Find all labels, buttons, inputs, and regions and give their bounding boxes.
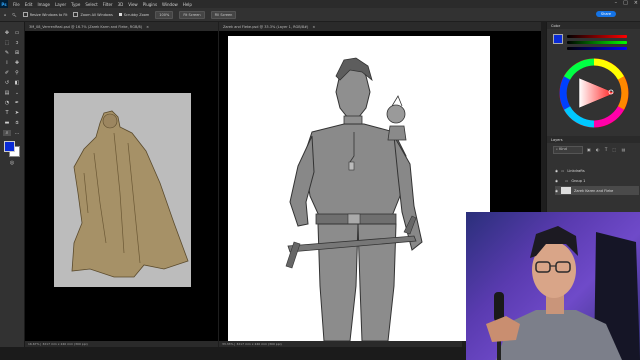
color-panel-title: Color [551, 23, 561, 28]
layer-name: Linkdrafts [567, 168, 585, 173]
webcam-overlay [466, 212, 640, 360]
quick-mask-icon[interactable]: ◎ [8, 160, 16, 166]
scrubby-zoom-label: Scrubby Zoom [123, 12, 150, 17]
menu-item-type[interactable]: Type [71, 2, 80, 7]
layer-name: Zarek Karen and Fleke [574, 188, 614, 193]
tab-close-icon[interactable]: × [312, 25, 315, 29]
quick-select-tool-icon[interactable]: ✎ [3, 50, 11, 56]
fit-screen-button[interactable]: Fit Screen [179, 10, 205, 19]
menu-item-filter[interactable]: Filter [103, 2, 113, 7]
visibility-eye-icon[interactable]: ◉ [555, 179, 561, 183]
photoshop-logo-icon: Ps [0, 0, 8, 8]
color-panel-header[interactable]: Color [547, 22, 640, 29]
layer-row-group-1[interactable]: ◉ ▭ Group 1 [555, 176, 639, 185]
eyedropper-tool-icon[interactable]: ⅰ [3, 60, 11, 66]
menu-item-help[interactable]: Help [183, 2, 192, 7]
menu-item-file[interactable]: File [13, 2, 20, 7]
checkbox-icon[interactable] [22, 12, 28, 17]
tab-title: 3M_08_VerrrenReal.psd @ 16.7% (Zarek Kar… [29, 24, 143, 29]
minimize-icon[interactable]: – [615, 0, 618, 6]
gradient-tool-icon[interactable]: ▤ [3, 90, 11, 96]
checkbox-icon[interactable] [73, 12, 79, 17]
crop-tool-icon[interactable]: ⊞ [13, 50, 21, 56]
menu-item-image[interactable]: Image [37, 2, 50, 7]
eraser-tool-icon[interactable]: ◧ [13, 80, 21, 86]
shape-tool-icon[interactable]: ▬ [3, 120, 11, 126]
zoom-tool-icon[interactable]: 🔍︎ [12, 13, 16, 17]
menu-item-select[interactable]: Select [85, 2, 97, 7]
artboard-tool-icon[interactable]: ▭ [13, 30, 21, 36]
maximize-icon[interactable]: □ [623, 0, 628, 6]
presenter-video [486, 226, 640, 360]
menu-item-window[interactable]: Window [162, 2, 178, 7]
marquee-tool-icon[interactable]: ⬚ [3, 40, 11, 46]
menu-item-3d[interactable]: 3D [118, 2, 124, 7]
sepia-figure-artwork [71, 110, 189, 278]
fill-screen-button[interactable]: Fill Screen [210, 10, 237, 19]
blue-slider[interactable] [567, 47, 627, 50]
window-controls: – □ × [615, 0, 638, 6]
checkbox-icon[interactable] [118, 13, 122, 16]
layers-panel-title: Layers [551, 137, 563, 142]
lineart-character [285, 57, 423, 341]
lasso-tool-icon[interactable]: ↄ [13, 40, 21, 46]
document-tab-1[interactable]: 3M_08_VerrrenReal.psd @ 16.7% (Zarek Kar… [25, 22, 218, 31]
tab-close-icon[interactable]: × [146, 25, 149, 29]
scrubby-zoom-option: Scrubby Zoom [118, 12, 150, 17]
options-bar: ⌂ 🔍︎ Resize Windows to Fit Zoom All Wind… [0, 8, 640, 22]
pen-tool-icon[interactable]: ✒ [13, 100, 21, 106]
zoom-all-windows-option: Zoom All Windows [73, 12, 113, 17]
menu-item-plugins[interactable]: Plugins [143, 2, 157, 7]
type-tool-icon[interactable]: T [3, 110, 11, 116]
menu-item-view[interactable]: View [128, 2, 138, 7]
canvas-lineart[interactable] [228, 36, 490, 341]
resize-windows-option: Resize Windows to Fit [22, 12, 68, 17]
close-icon[interactable]: × [634, 0, 638, 6]
zoom-100-button[interactable]: 100% [155, 10, 174, 19]
color-swatch-mini[interactable] [553, 34, 563, 44]
folder-icon: ▭ [561, 168, 565, 173]
home-icon[interactable]: ⌂ [4, 13, 6, 17]
red-slider[interactable] [567, 35, 627, 38]
document-window-1[interactable] [25, 31, 218, 341]
blur-tool-icon[interactable]: 💧︎ [13, 90, 21, 96]
share-button[interactable]: Share [595, 11, 616, 17]
zoom-tool-icon[interactable]: ⌕ [3, 130, 11, 136]
green-slider[interactable] [567, 41, 627, 44]
brush-tool-icon[interactable]: ✐ [3, 70, 11, 76]
hand-tool-icon[interactable]: ✋︎ [13, 120, 21, 126]
menu-item-edit[interactable]: Edit [25, 2, 33, 7]
path-select-tool-icon[interactable]: ➤ [13, 110, 21, 116]
menu-item-layer[interactable]: Layer [55, 2, 66, 7]
layers-search-filter[interactable]: ⌕ Kind [553, 146, 583, 154]
move-tool-icon[interactable]: ✥ [3, 30, 11, 36]
history-brush-icon[interactable]: ↺ [3, 80, 11, 86]
tools-panel: ✥ ▭ ⬚ ↄ ✎ ⊞ ⅰ ✚ ✐ ⚲ ↺ ◧ ▤ 💧︎ ◔ ✒ T ➤ ▬ ✋… [0, 22, 25, 360]
layers-panel-header[interactable]: Layers [547, 136, 640, 143]
zoom-all-windows-label: Zoom All Windows [80, 12, 113, 17]
foreground-color-swatch[interactable] [4, 141, 15, 152]
dodge-tool-icon[interactable]: ◔ [3, 100, 11, 106]
document-tab-2[interactable]: Zarek and Fleke.psd @ 33.3% (Layer 1, RG… [219, 22, 541, 31]
folder-icon: ▭ [565, 178, 569, 183]
layer-name: Group 1 [571, 178, 586, 183]
stamp-tool-icon[interactable]: ⚲ [13, 70, 21, 76]
kind-label: Kind [559, 147, 567, 151]
layer-thumbnail [561, 187, 571, 194]
resize-windows-label: Resize Windows to Fit [29, 12, 68, 17]
canvas-sepia-figure[interactable] [54, 93, 191, 287]
layer-filter-icons[interactable]: ▣ ◐ T ⬚ ▤ [587, 147, 627, 152]
color-wheel[interactable] [559, 58, 629, 128]
layer-row-zarek[interactable]: ◉ Zarek Karen and Fleke [555, 186, 639, 195]
tab-title: Zarek and Fleke.psd @ 33.3% (Layer 1, RG… [223, 24, 309, 29]
menu-bar: Ps File Edit Image Layer Type Select Fil… [0, 0, 640, 8]
healing-tool-icon[interactable]: ✚ [13, 60, 21, 66]
layer-row-linkdrafts[interactable]: ◉ ▭ Linkdrafts [555, 166, 639, 175]
more-tools-icon[interactable]: … [13, 130, 21, 136]
search-icon: ⌕ [556, 147, 558, 151]
